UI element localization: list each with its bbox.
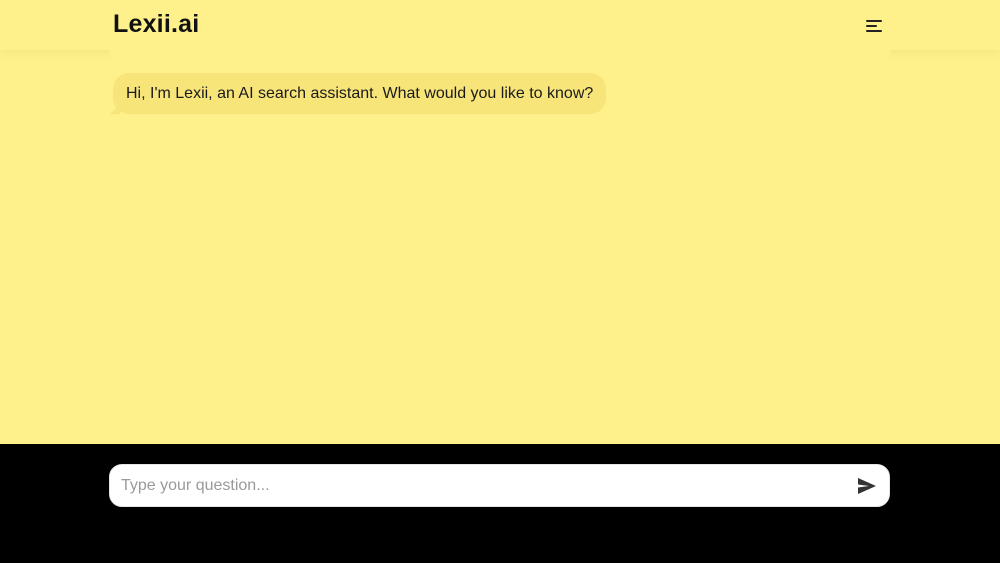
menu-icon-line <box>866 30 882 32</box>
composer-bar <box>0 444 1000 563</box>
menu-icon-line <box>866 20 882 22</box>
app-window: Lexii.ai Hi, I'm Lexii, an AI search ass… <box>0 0 1000 563</box>
send-button[interactable] <box>856 476 878 496</box>
question-input[interactable] <box>121 465 841 506</box>
send-icon <box>858 478 876 494</box>
menu-icon-line <box>866 25 877 27</box>
bubble-tail <box>110 104 120 114</box>
assistant-message-text: Hi, I'm Lexii, an AI search assistant. W… <box>126 84 594 102</box>
menu-button[interactable] <box>862 15 886 37</box>
assistant-message-bubble: Hi, I'm Lexii, an AI search assistant. W… <box>110 73 607 114</box>
question-input-container[interactable] <box>109 464 890 507</box>
top-bar: Lexii.ai <box>0 0 1000 50</box>
chat-area: Hi, I'm Lexii, an AI search assistant. W… <box>110 50 890 444</box>
brand-logo[interactable]: Lexii.ai <box>113 10 199 39</box>
